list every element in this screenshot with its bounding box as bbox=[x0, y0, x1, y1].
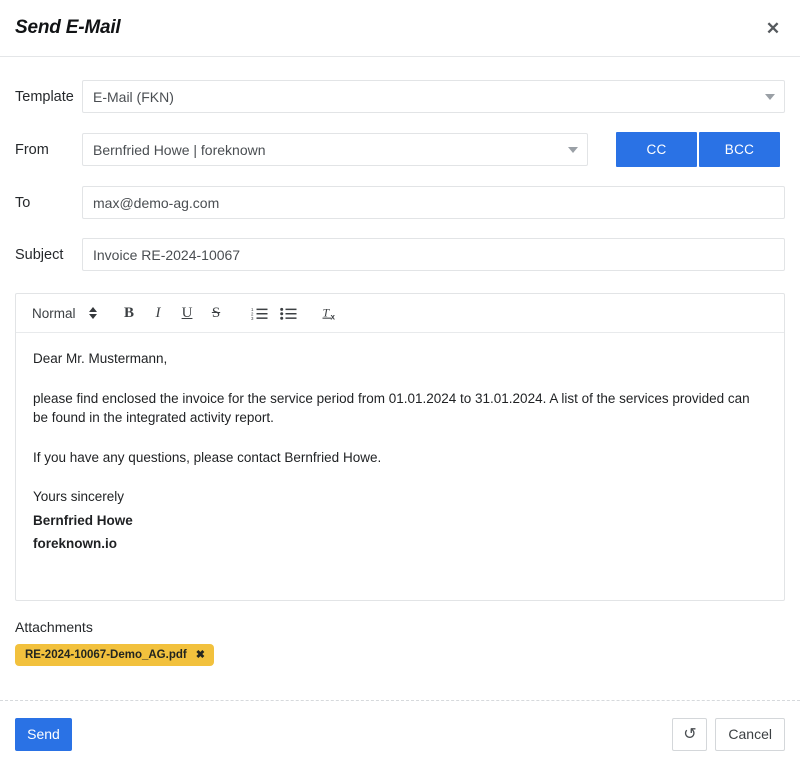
ordered-list-icon[interactable]: 1 2 3 bbox=[245, 300, 274, 326]
block-format-value: Normal bbox=[32, 305, 76, 321]
dialog-body: Template E-Mail (FKN) From Bernfried How… bbox=[0, 57, 800, 700]
reset-icon[interactable]: ↺ bbox=[672, 717, 708, 751]
template-label: Template bbox=[15, 88, 74, 105]
dialog-footer: Send ↺ Cancel bbox=[0, 700, 800, 767]
form-row-to: To max@demo-ag.com bbox=[15, 186, 785, 219]
underline-button[interactable]: U bbox=[173, 300, 202, 326]
attachments-list: RE-2024-10067-Demo_AG.pdf ✖ bbox=[15, 644, 785, 666]
svg-text:T: T bbox=[322, 306, 330, 320]
send-email-dialog: Send E-Mail ✕ Template E-Mail (FKN) From… bbox=[0, 0, 800, 767]
from-label: From bbox=[15, 141, 49, 158]
close-icon[interactable]: ✕ bbox=[760, 15, 786, 41]
cc-button[interactable]: CC bbox=[616, 132, 697, 167]
form-row-template: Template E-Mail (FKN) bbox=[15, 80, 785, 113]
subject-label: Subject bbox=[15, 246, 64, 263]
from-select[interactable]: Bernfried Howe | foreknown bbox=[82, 133, 588, 166]
to-input[interactable]: max@demo-ag.com bbox=[82, 186, 785, 219]
email-body-content[interactable]: Dear Mr. Mustermann, please find enclose… bbox=[16, 333, 784, 600]
remove-attachment-icon[interactable]: ✖ bbox=[196, 649, 205, 661]
svg-text:x: x bbox=[330, 313, 335, 322]
chevron-down-icon bbox=[765, 93, 775, 100]
body-paragraph-2: If you have any questions, please contac… bbox=[33, 449, 382, 465]
cc-bcc-group: CC BCC bbox=[616, 132, 780, 167]
body-signature-company: foreknown.io bbox=[33, 536, 117, 552]
attachment-chip: RE-2024-10067-Demo_AG.pdf ✖ bbox=[15, 644, 214, 666]
bold-button[interactable]: B bbox=[115, 300, 144, 326]
svg-text:3: 3 bbox=[251, 316, 254, 321]
send-button[interactable]: Send bbox=[15, 717, 72, 751]
attachments-label: Attachments bbox=[15, 619, 93, 635]
attachment-name: RE-2024-10067-Demo_AG.pdf bbox=[25, 649, 187, 661]
to-value: max@demo-ag.com bbox=[93, 194, 220, 211]
from-value: Bernfried Howe | foreknown bbox=[93, 141, 266, 158]
stepper-updown-icon bbox=[88, 307, 97, 319]
clear-format-icon[interactable]: T x bbox=[317, 300, 346, 326]
form-row-subject: Subject Invoice RE-2024-10067 bbox=[15, 238, 785, 271]
bcc-button[interactable]: BCC bbox=[699, 132, 780, 167]
block-format-select[interactable]: Normal bbox=[32, 306, 115, 321]
italic-button[interactable]: I bbox=[144, 300, 173, 326]
bullet-list-icon[interactable] bbox=[274, 300, 303, 326]
template-value: E-Mail (FKN) bbox=[93, 88, 174, 105]
editor-toolbar: Normal B I U S 1 2 3 T x bbox=[16, 294, 784, 333]
footer-actions: ↺ Cancel bbox=[672, 717, 785, 751]
subject-value: Invoice RE-2024-10067 bbox=[93, 246, 241, 263]
subject-input[interactable]: Invoice RE-2024-10067 bbox=[82, 238, 785, 271]
cancel-button[interactable]: Cancel bbox=[715, 717, 785, 751]
template-select[interactable]: E-Mail (FKN) bbox=[82, 80, 785, 113]
page-title: Send E-Mail bbox=[15, 17, 121, 38]
strikethrough-button[interactable]: S bbox=[202, 300, 231, 326]
body-greeting: Dear Mr. Mustermann, bbox=[33, 351, 168, 366]
form-row-from: From Bernfried Howe | foreknown CC BCC bbox=[15, 132, 785, 167]
body-closing: Yours sincerely bbox=[33, 489, 125, 505]
chevron-down-icon bbox=[568, 146, 578, 153]
email-body-editor: Normal B I U S 1 2 3 T x Dear Mr. Muster… bbox=[15, 293, 785, 601]
to-label: To bbox=[15, 194, 31, 211]
body-signature-name: Bernfried Howe bbox=[33, 512, 133, 528]
body-paragraph-1: please find enclosed the invoice for the… bbox=[33, 390, 750, 426]
dialog-header: Send E-Mail ✕ bbox=[0, 0, 800, 57]
